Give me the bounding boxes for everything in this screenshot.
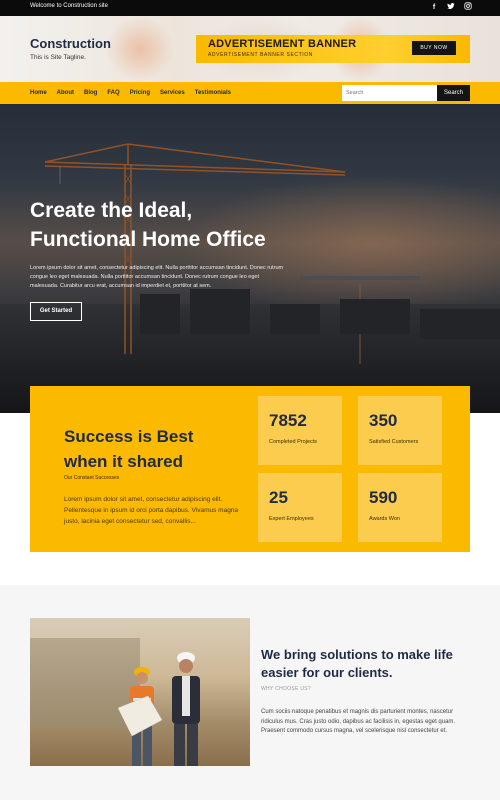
nav-item-pricing[interactable]: Pricing [130, 90, 150, 96]
hero-overlay [0, 104, 500, 413]
ad-title: ADVERTISEMENT BANNER [208, 38, 357, 50]
why-subtitle: WHY CHOOSE US? [261, 686, 311, 692]
main-navigation: Home About Blog FAQ Pricing Services Tes… [0, 82, 500, 104]
stats-title: Success is Best when it shared [64, 427, 194, 471]
stats-section: Success is Best when it shared Our Const… [30, 386, 470, 552]
top-bar: Welcome to Construction site f [0, 0, 500, 16]
engineer-figure [172, 652, 200, 766]
instagram-icon[interactable] [464, 2, 472, 13]
hero-text: Lorem ipsum dolor sit amet, consectetur … [30, 265, 284, 289]
hero-section: Create the Ideal, Functional Home Office… [0, 104, 500, 413]
why-title: We bring solutions to make life easier f… [261, 647, 453, 680]
engineers-photo [30, 618, 250, 766]
search-input[interactable] [342, 85, 437, 101]
hero-heading-line2: Functional Home Office [30, 228, 266, 251]
why-text: Cum sociis natoque penatibus et magnis d… [261, 709, 456, 734]
nav-menu: Home About Blog FAQ Pricing Services Tes… [30, 82, 231, 104]
advertisement-banner[interactable]: ADVERTISEMENT BANNER ADVERTISEMENT BANNE… [196, 35, 470, 63]
stat-value: 25 [269, 488, 288, 507]
hero-heading-line1: Create the Ideal, [30, 199, 193, 222]
site-title[interactable]: Construction [30, 36, 111, 51]
stat-card-expert-employees: 25 Expert Employees [258, 473, 342, 542]
nav-item-about[interactable]: About [57, 90, 74, 96]
social-links: f [430, 2, 472, 13]
stat-value: 7852 [269, 411, 307, 430]
hero-heading: Create the Ideal, Functional Home Office [30, 196, 330, 254]
stat-card-satisfied-customers: 350 Satisfied Customers [358, 396, 442, 465]
site-tagline: This is Site Tagline. [30, 54, 86, 61]
stat-card-completed-projects: 7852 Completed Projects [258, 396, 342, 465]
welcome-text: Welcome to Construction site [30, 3, 108, 9]
nav-item-testimonials[interactable]: Testimonials [195, 90, 231, 96]
site-branding: Construction This is Site Tagline. [30, 36, 111, 61]
stat-value: 590 [369, 488, 398, 507]
stat-label: Completed Projects [269, 439, 317, 445]
get-started-button[interactable]: Get Started [30, 302, 82, 321]
site-header: Construction This is Site Tagline. ADVER… [0, 16, 500, 82]
facebook-icon[interactable]: f [430, 2, 438, 13]
stats-text: Lorem ipsum dolor sit amet, consectetur … [64, 496, 239, 525]
buy-now-button[interactable]: BUY NOW [412, 41, 456, 55]
stat-label: Awards Won [369, 516, 400, 522]
stat-value: 350 [369, 411, 398, 430]
why-choose-us-section: We bring solutions to make life easier f… [0, 585, 500, 800]
search-button[interactable]: Search [437, 85, 470, 101]
header-bg-photo [105, 16, 175, 82]
ad-subtitle: ADVERTISEMENT BANNER SECTION [208, 52, 313, 58]
stat-card-awards-won: 590 Awards Won [358, 473, 442, 542]
stat-label: Satisfied Customers [369, 439, 419, 445]
stat-label: Expert Employees [269, 516, 314, 522]
nav-item-faq[interactable]: FAQ [107, 90, 119, 96]
twitter-icon[interactable] [447, 2, 455, 13]
nav-item-blog[interactable]: Blog [84, 90, 97, 96]
stats-subtitle: Our Constant Successes [64, 475, 120, 481]
nav-item-services[interactable]: Services [160, 90, 185, 96]
nav-item-home[interactable]: Home [30, 90, 47, 96]
